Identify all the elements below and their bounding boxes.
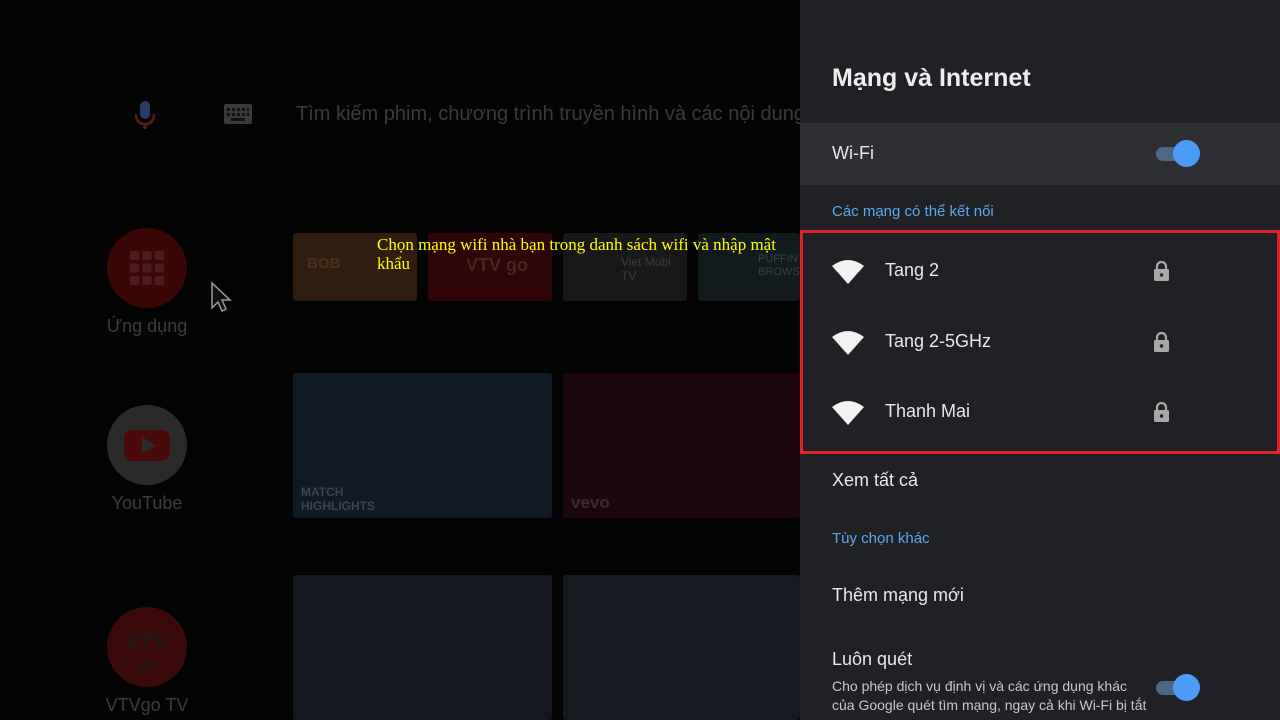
always-scan-label[interactable]: Luôn quét <box>832 649 912 670</box>
keyboard-icon[interactable] <box>224 104 252 124</box>
tile-label: BOB <box>307 255 341 272</box>
mouse-cursor-icon <box>211 281 232 313</box>
see-all-networks[interactable]: Xem tất cả <box>832 470 918 491</box>
microphone-icon[interactable] <box>133 99 157 131</box>
apps-grid-icon <box>130 251 164 285</box>
always-scan-description: Cho phép dịch vụ định vị và các ứng dụng… <box>832 678 1147 713</box>
wifi-switch[interactable] <box>1156 139 1200 167</box>
youtube-app[interactable]: YouTube <box>106 405 188 514</box>
android-tv-home-dimmed: Tìm kiếm phim, chương trình truyền hình … <box>0 0 800 720</box>
add-network-button[interactable]: Thêm mạng mới <box>832 585 964 606</box>
other-options-header: Tùy chọn khác <box>832 530 930 547</box>
tile-vevo[interactable]: vevo <box>563 373 800 518</box>
network-settings-panel: Mạng và Internet Wi-Fi Các mạng có thể k… <box>800 0 1280 720</box>
svg-text:VTV: VTV <box>126 629 169 654</box>
available-networks-header: Các mạng có thể kết nối <box>832 203 994 220</box>
app-label: VTVgo TV <box>105 695 189 715</box>
networks-highlight-box <box>800 230 1280 454</box>
svg-text:go: go <box>138 656 155 672</box>
apps-launcher[interactable]: Ứng dụng <box>106 228 188 337</box>
tile-label: MATCH HIGHLIGHTS <box>301 485 375 513</box>
wifi-toggle-row[interactable]: Wi-Fi <box>800 123 1280 185</box>
app-label: YouTube <box>111 493 183 513</box>
search-placeholder[interactable]: Tìm kiếm phim, chương trình truyền hình … <box>296 103 800 126</box>
vtvgo-app[interactable]: VTV go VTVgo TV <box>106 607 188 716</box>
youtube-icon <box>124 430 170 461</box>
vtvgo-icon: VTV go <box>126 629 169 672</box>
panel-title: Mạng và Internet <box>832 64 1031 92</box>
tile-vtv-news-2[interactable] <box>563 575 800 720</box>
always-scan-switch[interactable] <box>1156 673 1200 701</box>
tile-match-highlights[interactable]: MATCH HIGHLIGHTS <box>293 373 552 518</box>
tile-vtv-news-1[interactable] <box>293 575 552 720</box>
tile-label: vevo <box>571 493 610 512</box>
app-label: Ứng dụng <box>106 316 188 336</box>
instruction-annotation: Chọn mạng wifi nhà bạn trong danh sách w… <box>377 235 776 273</box>
wifi-label: Wi-Fi <box>832 143 874 163</box>
